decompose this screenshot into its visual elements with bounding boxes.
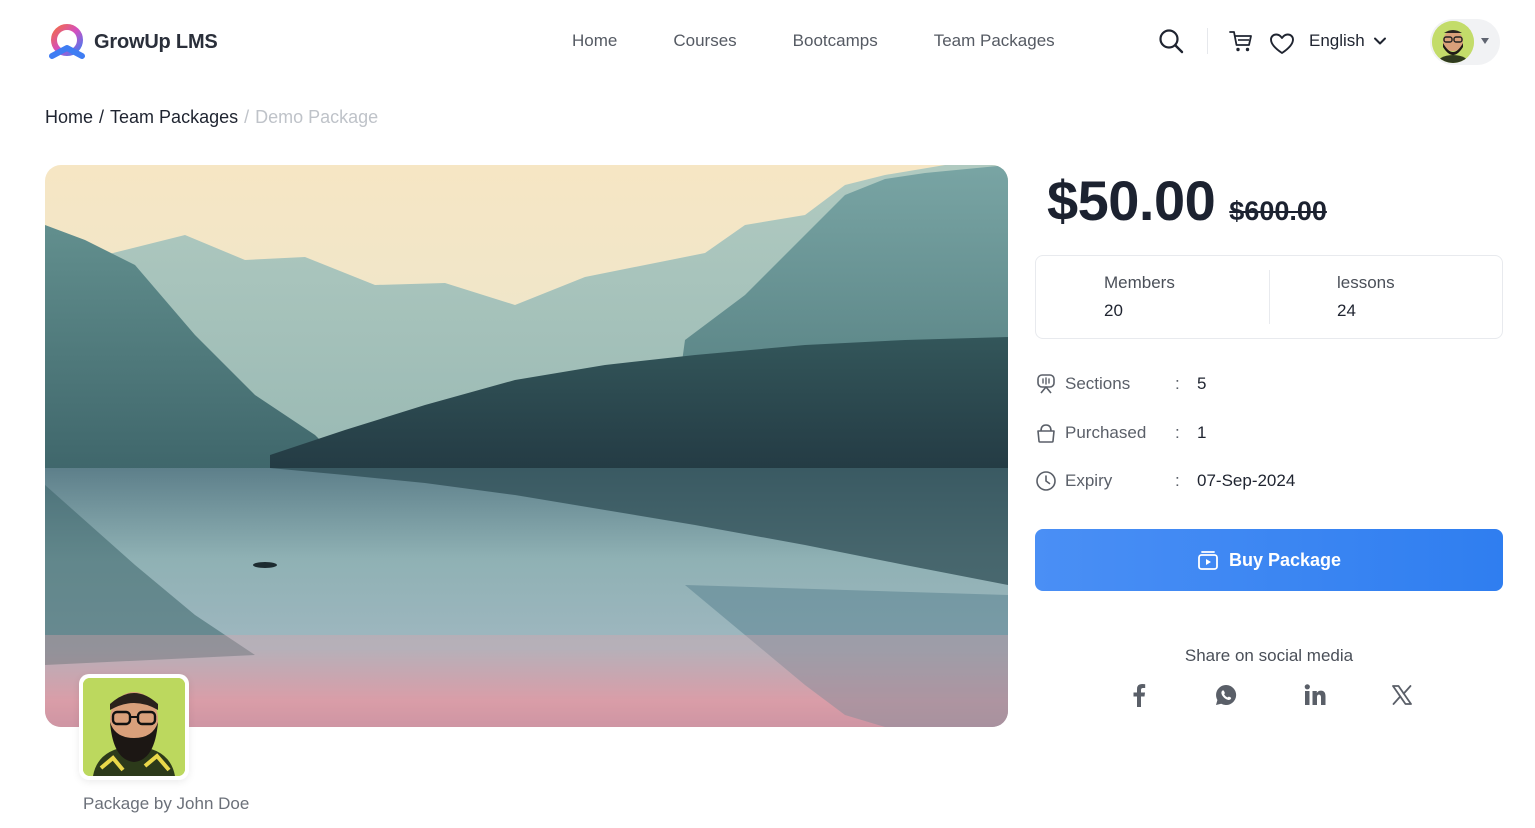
info-purchased: Purchased : 1: [1035, 422, 1206, 444]
price-block: $50.00 $600.00: [1047, 168, 1327, 233]
logo-text: GrowUp LMS: [94, 30, 218, 53]
lessons-label: lessons: [1337, 273, 1395, 292]
stats-divider: [1269, 270, 1270, 324]
breadcrumb-home[interactable]: Home: [45, 107, 93, 128]
main-nav: Home Courses Bootcamps Team Packages: [572, 31, 1055, 51]
package-author: Package by John Doe: [83, 794, 250, 813]
purchased-value: 1: [1197, 423, 1207, 442]
breadcrumb-team-packages[interactable]: Team Packages: [110, 107, 238, 128]
clock-icon: [1035, 470, 1057, 492]
nav-courses[interactable]: Courses: [673, 31, 736, 51]
current-price: $50.00: [1047, 169, 1216, 232]
heart-icon[interactable]: [1268, 30, 1296, 58]
facebook-icon[interactable]: [1125, 681, 1153, 709]
nav-bootcamps[interactable]: Bootcamps: [793, 31, 878, 51]
nav-home[interactable]: Home: [572, 31, 617, 51]
old-price: $600.00: [1229, 196, 1327, 226]
sections-value: 5: [1197, 374, 1207, 393]
cart-icon[interactable]: [1227, 27, 1255, 55]
breadcrumb-current: Demo Package: [255, 107, 379, 127]
info-expiry: Expiry : 07-Sep-2024: [1035, 470, 1295, 492]
site-header: GrowUp LMS Home Courses Bootcamps Team P…: [0, 0, 1535, 84]
whatsapp-icon[interactable]: [1212, 681, 1240, 709]
basket-icon: [1035, 422, 1057, 444]
package-icon: [1198, 551, 1218, 570]
expiry-colon: :: [1175, 471, 1180, 490]
sections-label: Sections: [1065, 374, 1131, 393]
buy-package-button[interactable]: Buy Package: [1035, 529, 1503, 591]
expiry-value: 07-Sep-2024: [1197, 471, 1296, 490]
purchased-label: Purchased: [1065, 423, 1147, 442]
buy-package-label: Buy Package: [1228, 549, 1342, 570]
lessons-stat: lessons 24: [1337, 273, 1395, 321]
info-sections: Sections : 5: [1035, 373, 1206, 395]
members-value: 20: [1104, 301, 1123, 320]
avatar: [1432, 21, 1474, 63]
sections-colon: :: [1175, 374, 1180, 393]
search-icon[interactable]: [1157, 27, 1185, 55]
sections-icon: [1035, 373, 1057, 395]
linkedin-icon[interactable]: [1301, 681, 1329, 709]
nav-team-packages[interactable]: Team Packages: [934, 31, 1055, 51]
author-avatar[interactable]: [79, 674, 189, 780]
lessons-value: 24: [1337, 301, 1356, 320]
package-stats: Members 20 lessons 24: [1035, 255, 1503, 339]
expiry-label: Expiry: [1065, 471, 1113, 490]
package-cover-image: [45, 165, 1008, 727]
logo-icon: [49, 24, 85, 59]
header-divider: [1207, 28, 1208, 54]
user-menu-caret-icon: [1481, 38, 1489, 44]
breadcrumb-separator: /: [99, 107, 105, 127]
language-selector[interactable]: English: [1309, 31, 1387, 51]
logo[interactable]: GrowUp LMS: [46, 22, 218, 62]
language-label: English: [1309, 31, 1365, 50]
members-label: Members: [1104, 273, 1175, 292]
x-icon[interactable]: [1388, 681, 1416, 709]
user-menu[interactable]: [1430, 19, 1500, 65]
breadcrumb: Home / Team Packages / Demo Package: [45, 107, 378, 128]
members-stat: Members 20: [1104, 273, 1175, 321]
purchased-colon: :: [1175, 423, 1180, 442]
chevron-down-icon: [1373, 37, 1386, 45]
share-title: Share on social media: [1184, 646, 1354, 665]
breadcrumb-separator: /: [244, 107, 250, 127]
